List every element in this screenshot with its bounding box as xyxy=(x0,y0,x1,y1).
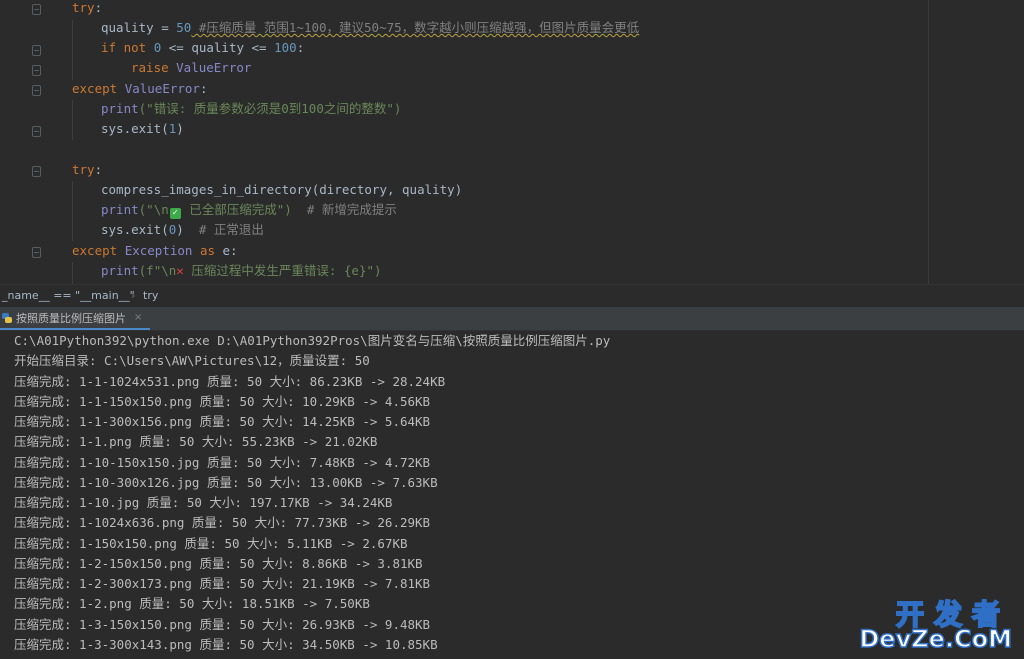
fold-marker-icon[interactable] xyxy=(32,85,41,96)
breadcrumb-separator-icon: › xyxy=(131,289,136,302)
code-line-14[interactable]: print(f"\n✕ 压缩过程中发生严重错误: {e}") xyxy=(101,261,382,281)
console-line: 压缩完成: 1-2.png 质量: 50 大小: 18.51KB -> 7.50… xyxy=(14,596,370,612)
breadcrumb-item-try[interactable]: try xyxy=(143,285,158,307)
code-editor[interactable]: try: quality = 50 #压缩质量 范围1~100，建议50~75，… xyxy=(0,0,1024,284)
console-line: 压缩完成: 1-1024x636.png 质量: 50 大小: 77.73KB … xyxy=(14,515,431,531)
breadcrumb: _name__ == "__main__" › try xyxy=(0,284,1024,307)
check-mark-icon: ✓ xyxy=(169,208,181,219)
fold-marker-icon[interactable] xyxy=(32,65,41,76)
console-line: 压缩完成: 1-1-150x150.png 质量: 50 大小: 10.29KB… xyxy=(14,393,431,409)
code-line-7[interactable]: sys.exit(1) xyxy=(101,119,184,139)
indent-guide xyxy=(72,20,73,80)
code-line-6[interactable]: print("错误: 质量参数必须是0到100之间的整数") xyxy=(101,99,401,119)
code-line-12[interactable]: sys.exit(0) # 正常退出 xyxy=(101,220,264,240)
close-icon[interactable]: × xyxy=(134,312,142,323)
console-line: 压缩完成: 1-150x150.png 质量: 50 大小: 5.11KB ->… xyxy=(14,535,408,551)
code-line-13[interactable]: except Exception as e: xyxy=(72,241,238,261)
run-console[interactable]: C:\A01Python392\python.exe D:\A01Python3… xyxy=(0,331,1024,659)
code-line-11[interactable]: print("\n ✓ 已全部压缩完成") # 新增完成提示 xyxy=(101,200,397,220)
code-line-9[interactable]: try: xyxy=(72,160,102,180)
editor-gutter xyxy=(0,0,60,284)
fold-marker-icon[interactable] xyxy=(32,247,41,258)
python-icon xyxy=(2,312,12,323)
fold-marker-icon[interactable] xyxy=(32,4,41,15)
indent-guide xyxy=(72,181,73,241)
code-line-5[interactable]: except ValueError: xyxy=(72,79,207,99)
fold-marker-icon[interactable] xyxy=(32,166,41,177)
console-line: 压缩完成: 1-10-300x126.jpg 质量: 50 大小: 13.00K… xyxy=(14,474,438,490)
console-line: 压缩完成: 1-2-300x173.png 质量: 50 大小: 21.19KB… xyxy=(14,576,431,591)
fold-marker-icon[interactable] xyxy=(32,45,41,56)
console-line: 压缩完成: 1-10.jpg 质量: 50 大小: 197.17KB -> 34… xyxy=(14,495,393,510)
console-line: 压缩完成: 1-3-300x143.png 质量: 50 大小: 34.50KB… xyxy=(14,636,438,652)
console-line: 开始压缩目录: C:\Users\AW\Pictures\12，质量设置: 50 xyxy=(14,353,370,369)
indent-guide xyxy=(72,262,73,284)
run-tab[interactable]: 按照质量比例压缩图片 × xyxy=(0,307,151,330)
console-line: 压缩完成: 1-2-150x150.png 质量: 50 大小: 8.86KB … xyxy=(14,555,423,571)
code-line-3[interactable]: if not 0 <= quality <= 100: xyxy=(101,38,304,58)
console-line: 压缩完成: 1-1.png 质量: 50 大小: 55.23KB -> 21.0… xyxy=(14,434,378,450)
console-line: 压缩完成: 1-1-300x156.png 质量: 50 大小: 14.25KB… xyxy=(14,414,431,429)
console-line: C:\A01Python392\python.exe D:\A01Python3… xyxy=(14,333,611,348)
run-tab-label: 按照质量比例压缩图片 xyxy=(16,311,126,325)
run-tool-window-header: 按照质量比例压缩图片 × xyxy=(0,307,1024,331)
code-line-10[interactable]: compress_images_in_directory(directory, … xyxy=(101,180,462,200)
fold-marker-icon[interactable] xyxy=(32,126,41,137)
breadcrumb-item-main[interactable]: _name__ == "__main__" xyxy=(2,285,135,307)
console-line: 压缩完成: 1-10-150x150.jpg 质量: 50 大小: 7.48KB… xyxy=(14,454,431,470)
code-line-1[interactable]: try: xyxy=(72,0,102,18)
console-line: 压缩完成: 1-3-150x150.png 质量: 50 大小: 26.93KB… xyxy=(14,616,431,632)
code-line-2[interactable]: quality = 50 #压缩质量 范围1~100，建议50~75，数字越小则… xyxy=(101,18,639,38)
indent-guide xyxy=(72,100,73,140)
right-margin-guide xyxy=(928,0,929,284)
code-line-4[interactable]: raise ValueError xyxy=(131,58,251,78)
console-line: 压缩完成: 1-1-1024x531.png 质量: 50 大小: 86.23K… xyxy=(14,373,446,389)
cross-mark-icon: ✕ xyxy=(176,263,184,278)
